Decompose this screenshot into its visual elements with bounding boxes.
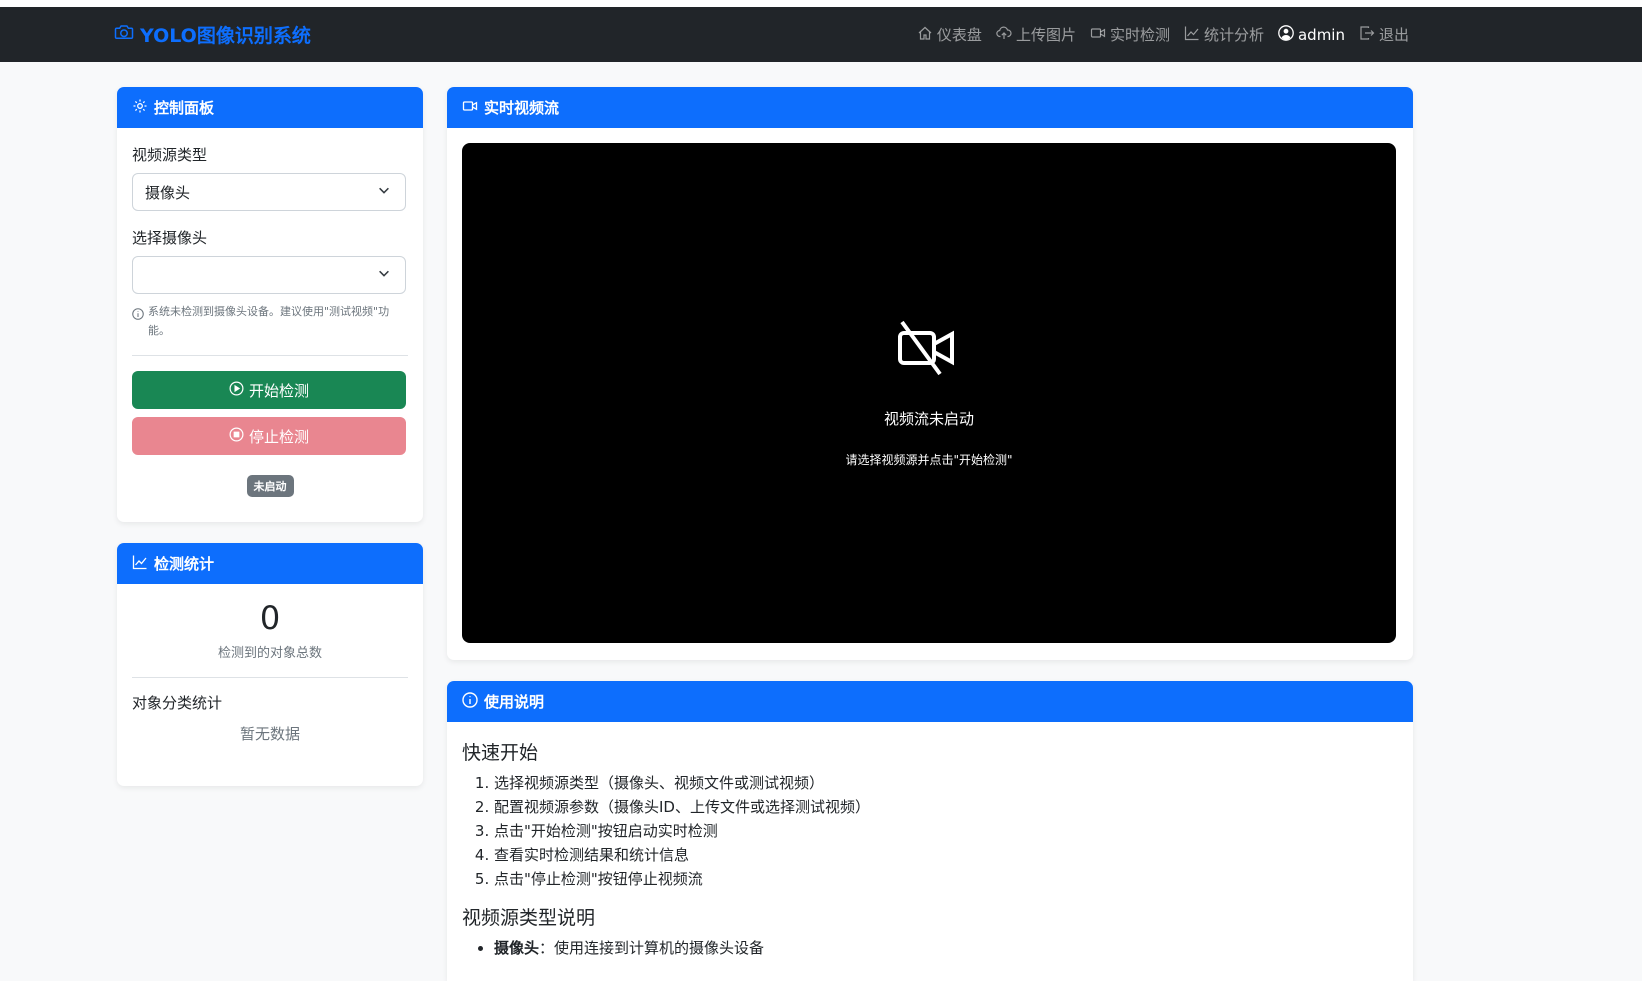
quick-start-heading: 快速开始 <box>462 742 539 764</box>
stop-detection-button[interactable]: 停止检测 <box>132 417 406 455</box>
camera-select[interactable] <box>132 256 406 294</box>
type-desc: ：使用连接到计算机的摄像头设备 <box>539 939 765 957</box>
source-type-select[interactable]: 摄像头 <box>132 173 406 211</box>
camera-label: 选择摄像头 <box>132 229 208 247</box>
chevron-down-icon <box>377 183 391 201</box>
nav-realtime[interactable]: 实时检测 <box>1090 24 1170 45</box>
step-item: 配置视频源参数（摄像头ID、上传文件或选择测试视频） <box>494 795 1398 819</box>
video-panel-card: 实时视频流 视频流未启动 请选择视频源并点击"开始检测" <box>447 87 1413 660</box>
step-item: 点击"停止检测"按钮停止视频流 <box>494 867 1398 891</box>
person-circle-icon <box>1278 24 1294 45</box>
instructions-header: 使用说明 <box>447 681 1413 722</box>
camera-hint: 系统未检测到摄像头设备。建议使用"测试视频"功能。 <box>148 305 390 337</box>
camera-video-icon <box>462 98 478 118</box>
camera-video-icon <box>1090 25 1106 45</box>
chevron-down-icon <box>377 266 391 284</box>
stats-panel-header: 检测统计 <box>117 543 423 584</box>
video-panel-title: 实时视频流 <box>484 99 560 117</box>
instructions-title: 使用说明 <box>484 693 545 711</box>
nav-stats-label: 统计分析 <box>1203 26 1264 44</box>
box-arrow-right-icon <box>1359 25 1375 45</box>
nav-user[interactable]: admin <box>1278 24 1345 45</box>
control-panel-title: 控制面板 <box>154 99 215 117</box>
instructions-card: 使用说明 快速开始 选择视频源类型（摄像头、视频文件或测试视频） 配置视频源参数… <box>447 681 1413 981</box>
gear-icon <box>132 98 148 118</box>
navbar: YOLO图像识别系统 仪表盘 上传图片 实时检测 统计分析 admin 退出 <box>0 7 1642 62</box>
total-count: 0 <box>259 599 281 637</box>
video-status-subtitle: 请选择视频源并点击"开始检测" <box>845 453 1013 467</box>
play-circle-icon <box>229 381 244 400</box>
category-stats-label: 对象分类统计 <box>132 694 223 712</box>
step-item: 查看实时检测结果和统计信息 <box>494 843 1398 867</box>
video-panel-header: 实时视频流 <box>447 87 1413 128</box>
source-type-label: 视频源类型 <box>132 146 208 164</box>
info-circle-icon <box>132 305 144 340</box>
graph-up-icon <box>132 554 148 574</box>
source-type-value: 摄像头 <box>145 183 191 202</box>
video-stream-area: 视频流未启动 请选择视频源并点击"开始检测" <box>462 143 1396 643</box>
types-list: 摄像头：使用连接到计算机的摄像头设备 <box>494 936 1398 960</box>
nav-realtime-label: 实时检测 <box>1109 26 1170 44</box>
status-badge: 未启动 <box>246 475 294 497</box>
step-item: 点击"开始检测"按钮启动实时检测 <box>494 819 1398 843</box>
stop-detection-label: 停止检测 <box>248 427 309 446</box>
camera-icon <box>114 22 134 47</box>
nav-upload-label: 上传图片 <box>1015 26 1076 44</box>
camera-video-off-icon <box>894 318 964 382</box>
stop-circle-icon <box>229 427 244 446</box>
nav-dashboard-label: 仪表盘 <box>936 26 982 44</box>
nav-logout[interactable]: 退出 <box>1359 24 1409 45</box>
stats-panel-card: 检测统计 0 检测到的对象总数 对象分类统计 暂无数据 <box>117 543 423 786</box>
type-term: 摄像头 <box>494 939 540 957</box>
house-icon <box>917 25 933 45</box>
info-circle-icon <box>462 691 478 712</box>
total-count-label: 检测到的对象总数 <box>217 646 322 661</box>
control-panel-header: 控制面板 <box>117 87 423 128</box>
nav-upload[interactable]: 上传图片 <box>996 24 1076 45</box>
nav-stats[interactable]: 统计分析 <box>1184 24 1264 45</box>
stats-panel-title: 检测统计 <box>154 555 215 573</box>
control-panel-card: 控制面板 视频源类型 摄像头 选择摄像头 系统未检测到摄像头设备。建议使用"测试… <box>117 87 423 522</box>
divider <box>132 355 408 356</box>
divider <box>132 677 408 678</box>
nav-logout-label: 退出 <box>1378 26 1409 44</box>
brand-title: YOLO图像识别系统 <box>140 25 311 47</box>
nav-user-label: admin <box>1297 25 1345 44</box>
type-item: 摄像头：使用连接到计算机的摄像头设备 <box>494 936 1398 960</box>
nav-links: 仪表盘 上传图片 实时检测 统计分析 admin 退出 <box>917 7 1409 62</box>
brand[interactable]: YOLO图像识别系统 <box>114 7 311 62</box>
graph-up-icon <box>1184 25 1200 45</box>
browser-top-strip <box>0 0 1642 7</box>
no-data-text: 暂无数据 <box>239 725 300 743</box>
nav-dashboard[interactable]: 仪表盘 <box>917 24 982 45</box>
steps-list: 选择视频源类型（摄像头、视频文件或测试视频） 配置视频源参数（摄像头ID、上传文… <box>494 771 1398 891</box>
video-status-title: 视频流未启动 <box>883 410 974 428</box>
start-detection-button[interactable]: 开始检测 <box>132 371 406 409</box>
types-heading: 视频源类型说明 <box>462 907 596 929</box>
start-detection-label: 开始检测 <box>248 381 309 400</box>
cloud-upload-icon <box>996 25 1012 45</box>
step-item: 选择视频源类型（摄像头、视频文件或测试视频） <box>494 771 1398 795</box>
